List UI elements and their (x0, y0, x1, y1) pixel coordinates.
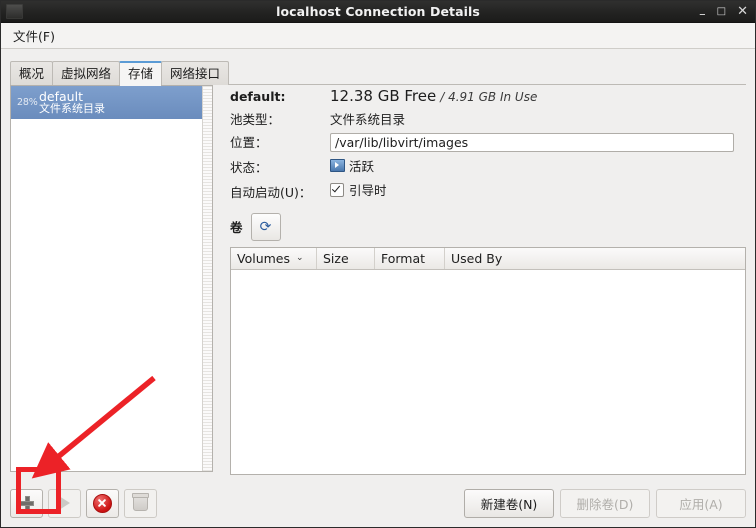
connection-details-window: localhost Connection Details – □ ✕ 文件(F)… (0, 0, 756, 528)
refresh-volumes-button[interactable]: ⟳ (250, 212, 281, 241)
autostart-checkbox[interactable] (330, 182, 344, 197)
start-pool-button (48, 488, 81, 518)
pool-state-label: 状态： (230, 160, 268, 175)
delete-pool-button (124, 488, 157, 518)
tab-storage[interactable]: 存储 (119, 61, 163, 86)
column-header-volumes[interactable]: Volumes ⌄ (231, 247, 317, 269)
pool-type-row: 池类型： 文件系统目录 (230, 109, 746, 128)
plus-icon (19, 496, 34, 510)
pool-autostart-label: 自动启动(U)： (230, 184, 312, 200)
tabstrip: 概况 虚拟网络 存储 网络接口 (1, 58, 755, 86)
new-volume-button[interactable]: 新建卷(N) (464, 488, 554, 518)
stop-icon (93, 493, 112, 513)
dialog-actions: 新建卷(N) 删除卷(D) 应用(A) (464, 488, 746, 518)
pool-state-value: 活跃 (349, 159, 375, 174)
pool-state-row: 状态： 活跃 (230, 156, 746, 176)
volumes-header: 卷 ⟳ (230, 212, 746, 241)
pool-toolbar (10, 488, 157, 518)
autostart-value: 引导时 (349, 183, 387, 198)
minimize-icon[interactable]: – (699, 8, 706, 21)
volumes-table-body (231, 269, 745, 474)
close-icon[interactable]: ✕ (737, 5, 748, 18)
stop-pool-button[interactable] (86, 488, 119, 518)
column-header-size[interactable]: Size (317, 247, 375, 269)
pool-type-label: 池类型： (230, 112, 281, 127)
pool-location-row: 位置： (230, 132, 746, 152)
storage-pool-list-panel: 28% default 文件系统目录 (10, 85, 213, 472)
pool-location-label: 位置： (230, 135, 268, 150)
volumes-table[interactable]: Volumes ⌄ Size Format Used By (230, 246, 746, 475)
maximize-icon[interactable]: □ (717, 6, 726, 17)
pool-detail-panel: default: 12.38 GB Free / 4.91 GB In Use … (213, 85, 746, 495)
menubar: 文件(F) (1, 23, 755, 49)
pool-location-input[interactable] (330, 133, 734, 152)
column-header-volumes-label: Volumes (237, 250, 291, 266)
trash-icon (132, 493, 149, 511)
chevron-down-icon: ⌄ (296, 253, 304, 263)
storage-tab-content: 28% default 文件系统目录 default: 12.38 GB Fre… (1, 85, 755, 495)
pool-autostart-row: 自动启动(U)： 引导时 (230, 180, 746, 201)
tab-overview[interactable]: 概况 (10, 61, 54, 85)
add-pool-button[interactable] (10, 488, 43, 518)
window-controls: – □ ✕ (699, 5, 748, 21)
window-titlebar: localhost Connection Details – □ ✕ (1, 1, 755, 23)
pool-in-use: / 4.91 GB In Use (440, 90, 538, 104)
pool-capacity-row: default: 12.38 GB Free / 4.91 GB In Use (230, 87, 746, 105)
apply-button: 应用(A) (656, 488, 746, 518)
bottom-bar: 新建卷(N) 删除卷(D) 应用(A) (1, 479, 755, 527)
pool-detail-name: default: (230, 89, 286, 104)
volumes-label: 卷 (230, 220, 243, 235)
window-title: localhost Connection Details (276, 4, 480, 19)
refresh-icon: ⟳ (259, 218, 272, 235)
tab-virtual-networks[interactable]: 虚拟网络 (52, 61, 121, 85)
volumes-table-header: Volumes ⌄ Size Format Used By (231, 247, 745, 270)
pool-list-scrollbar[interactable] (202, 86, 212, 471)
menu-item-file[interactable]: 文件(F) (6, 24, 62, 47)
play-icon (59, 496, 70, 510)
pool-type: 文件系统目录 (39, 102, 105, 116)
list-item[interactable]: 28% default 文件系统目录 (11, 86, 202, 119)
app-icon (6, 4, 23, 19)
column-header-format[interactable]: Format (375, 247, 445, 269)
column-header-used-by[interactable]: Used By (445, 247, 745, 269)
pool-usage-meter: 28% (17, 97, 38, 108)
active-monitor-icon (330, 159, 345, 172)
tab-network-interfaces[interactable]: 网络接口 (161, 61, 230, 85)
pool-free-space: 12.38 GB Free (330, 87, 437, 105)
storage-pool-list[interactable]: 28% default 文件系统目录 (11, 86, 202, 471)
pool-type-value: 文件系统目录 (330, 112, 406, 127)
delete-volume-button: 删除卷(D) (560, 488, 650, 518)
